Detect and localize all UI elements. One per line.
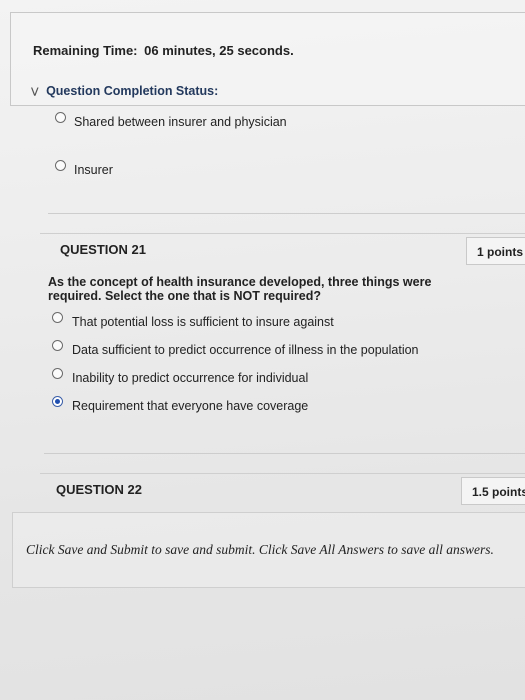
remaining-time-value: 06 minutes, 25 seconds. <box>144 43 294 58</box>
question-22-title: QUESTION 22 <box>56 482 142 497</box>
prev-option-radio-2[interactable] <box>55 160 66 171</box>
question-21-title: QUESTION 21 <box>60 242 146 257</box>
remaining-time: Remaining Time: 06 minutes, 25 seconds. <box>33 43 294 58</box>
divider <box>44 453 525 454</box>
q21-option-radio-2[interactable] <box>52 340 63 351</box>
prev-option-label-2[interactable]: Insurer <box>74 163 113 177</box>
question-21-text: As the concept of health insurance devel… <box>48 275 432 303</box>
question-completion-status-label: Question Completion Status: <box>46 84 219 98</box>
question-completion-status-toggle[interactable]: ⋁ Question Completion Status: <box>31 84 218 98</box>
save-instructions-panel: Click Save and Submit to save and submit… <box>12 512 525 588</box>
timer-panel: Remaining Time: 06 minutes, 25 seconds. … <box>10 12 525 106</box>
q21-option-label-4[interactable]: Requirement that everyone have coverage <box>72 399 308 413</box>
chevron-down-icon: ⋁ <box>31 86 39 96</box>
q21-option-label-3[interactable]: Inability to predict occurrence for indi… <box>72 371 308 385</box>
q21-option-radio-1[interactable] <box>52 312 63 323</box>
prev-option-radio-1[interactable] <box>55 112 66 123</box>
prev-option-label-1[interactable]: Shared between insurer and physician <box>74 115 287 129</box>
question-22-points: 1.5 points <box>461 477 525 505</box>
save-instructions-text: Click Save and Submit to save and submit… <box>26 542 494 557</box>
question-21-points: 1 points <box>466 237 525 265</box>
q21-option-radio-3[interactable] <box>52 368 63 379</box>
q21-option-label-1[interactable]: That potential loss is sufficient to ins… <box>72 315 334 329</box>
remaining-time-label: Remaining Time: <box>33 43 138 58</box>
q21-option-radio-4-selected[interactable] <box>52 396 63 407</box>
divider <box>48 213 525 214</box>
q21-option-label-2[interactable]: Data sufficient to predict occurrence of… <box>72 343 419 357</box>
